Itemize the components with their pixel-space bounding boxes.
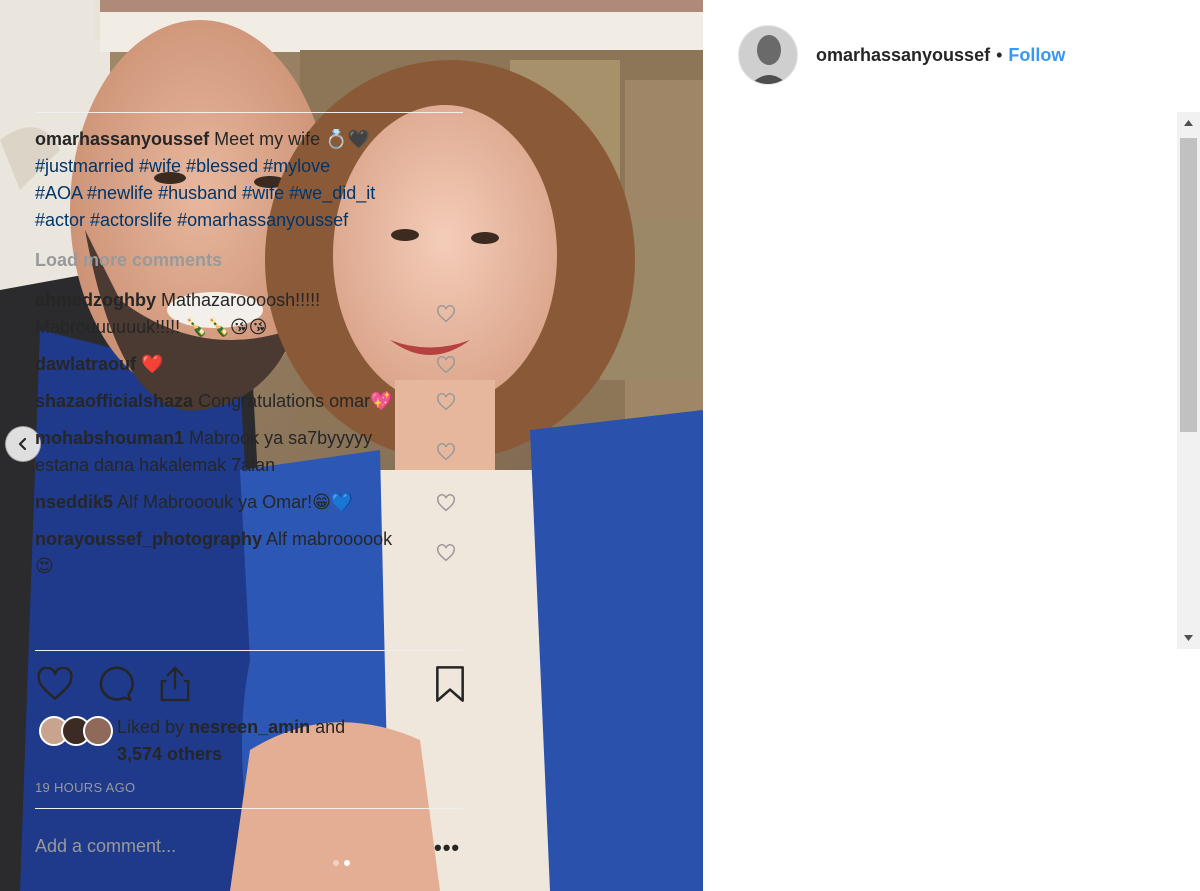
comment-text: ❤️ xyxy=(141,354,164,374)
liker-avatar xyxy=(83,716,113,746)
comment-username[interactable]: dawlatraouf xyxy=(35,354,136,374)
comment-item: shazaofficialshaza Congratulations omar💖 xyxy=(35,388,471,415)
comment-box-divider xyxy=(35,808,463,809)
avatar[interactable] xyxy=(738,25,798,85)
like-comment-heart-icon[interactable] xyxy=(436,544,456,562)
caption-hashtags[interactable]: #justmarried #wife #blessed #mylove xyxy=(35,156,330,176)
likes-prefix: Liked by xyxy=(117,717,190,737)
caption-hashtags[interactable]: #actor #actorslife #omarhassanyoussef xyxy=(35,210,348,230)
carousel-dot xyxy=(333,860,339,866)
like-comment-heart-icon[interactable] xyxy=(436,355,456,374)
arrow-up-icon xyxy=(1184,120,1193,126)
like-comment-heart-icon[interactable] xyxy=(436,305,456,323)
heart-icon xyxy=(37,667,73,700)
post-side-panel: omarhassanyoussef • Follow xyxy=(703,0,1200,891)
likes-others-link[interactable]: 3,574 others xyxy=(117,744,222,764)
share-icon xyxy=(160,666,190,702)
liker-username[interactable]: nesreen_amin xyxy=(189,717,310,737)
caption-hashtags[interactable]: #AOA #newlife #husband #wife #we_did_it xyxy=(35,183,375,203)
actions-divider xyxy=(35,650,463,651)
carousel-dot-active xyxy=(344,860,350,866)
more-options-icon[interactable]: ••• xyxy=(434,837,460,859)
comment-username[interactable]: nseddik5 xyxy=(35,492,113,512)
caption-text: Meet my wife 💍🖤 xyxy=(214,129,370,149)
likes-middle: and xyxy=(310,717,346,737)
post-caption: omarhassanyoussef Meet my wife 💍🖤 #justm… xyxy=(35,126,471,234)
comment-button[interactable] xyxy=(95,664,135,704)
likes-text: Liked by nesreen_amin and 3,574 others xyxy=(117,714,345,768)
comment-item: mohabshouman1 Mabrook ya sa7byyyyy estan… xyxy=(35,425,471,479)
follow-button[interactable]: Follow xyxy=(1008,45,1065,66)
comment-item: norayoussef_photography Alf mabroooook 😍 xyxy=(35,526,471,580)
post-header: omarhassanyoussef • Follow xyxy=(738,24,1065,86)
save-button[interactable] xyxy=(430,664,470,704)
share-button[interactable] xyxy=(155,664,195,704)
scrollbar-thumb[interactable] xyxy=(1180,138,1197,432)
comment-username[interactable]: mohabshouman1 xyxy=(35,428,184,448)
like-comment-heart-icon[interactable] xyxy=(436,392,456,411)
like-comment-heart-icon[interactable] xyxy=(436,493,456,512)
post-username[interactable]: omarhassanyoussef xyxy=(816,45,990,66)
scroll-up-button[interactable] xyxy=(1177,112,1200,134)
comment-item: ahmedzoghby Mathazaroooosh!!!!! Mabrouuu… xyxy=(35,287,471,341)
comment-username[interactable]: ahmedzoghby xyxy=(35,290,156,310)
scroll-down-button[interactable] xyxy=(1177,627,1200,649)
add-comment-input[interactable]: Add a comment... xyxy=(35,836,176,857)
carousel-indicator xyxy=(333,860,350,866)
comment-item: dawlatraouf ❤️ xyxy=(35,351,471,378)
load-more-comments-button[interactable]: Load more comments xyxy=(35,247,471,274)
bookmark-icon xyxy=(436,666,464,702)
avatar-image xyxy=(739,26,797,84)
comment-text: Alf Mabrooouk ya Omar!😁💙 xyxy=(117,492,354,512)
comments-list[interactable]: omarhassanyoussef Meet my wife 💍🖤 #justm… xyxy=(35,126,471,650)
like-comment-heart-icon[interactable] xyxy=(436,443,456,461)
chevron-left-icon xyxy=(18,437,27,451)
header-divider xyxy=(35,112,463,113)
arrow-down-icon xyxy=(1184,635,1193,641)
comment-username[interactable]: norayoussef_photography xyxy=(35,529,262,549)
comment-item: nseddik5 Alf Mabrooouk ya Omar!😁💙 xyxy=(35,489,471,516)
comment-username[interactable]: shazaofficialshaza xyxy=(35,391,193,411)
like-button[interactable] xyxy=(35,664,75,704)
comment-icon xyxy=(99,666,134,702)
comments-scrollbar[interactable] xyxy=(1177,112,1200,649)
post-actions xyxy=(35,664,470,704)
comment-text: Congratulations omar💖 xyxy=(198,391,393,411)
header-separator: • xyxy=(996,44,1003,65)
caption-username[interactable]: omarhassanyoussef xyxy=(35,129,209,149)
post-timestamp[interactable]: 19 HOURS AGO xyxy=(35,780,135,795)
liker-avatars[interactable] xyxy=(35,714,117,748)
likes-summary: Liked by nesreen_amin and 3,574 others xyxy=(35,714,345,768)
